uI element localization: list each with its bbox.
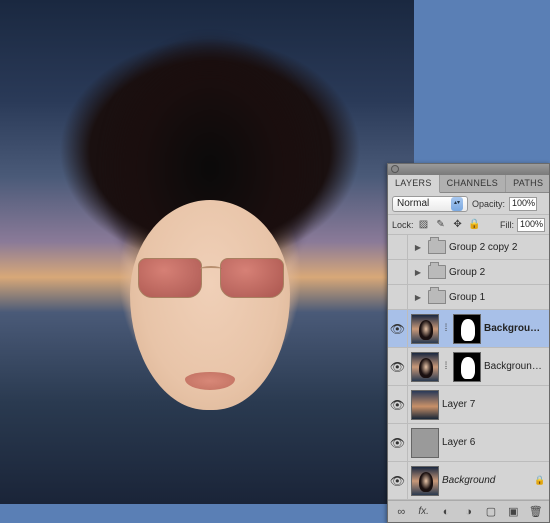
chevron-right-icon[interactable]: ▶ [411,293,425,302]
close-icon[interactable] [391,165,399,173]
visibility-toggle[interactable]: 👁 [388,310,408,347]
folder-icon [428,240,446,254]
layer-row[interactable]: 👁 Layer 7 [388,386,549,424]
chevron-right-icon[interactable]: ▶ [411,268,425,277]
link-icon: ⁞ [442,323,450,334]
tab-channels[interactable]: CHANNELS [440,175,506,192]
lock-label: Lock: [392,220,414,230]
mask-thumbnail[interactable] [453,314,481,344]
fx-icon[interactable]: fx. [416,506,430,517]
layer-name[interactable]: Group 1 [449,292,546,303]
layer-name[interactable]: Layer 6 [442,437,546,448]
panel-footer: ∞ fx. ◐ ◑ ▢ ▣ 🗑 [388,500,549,522]
layer-thumbnail[interactable] [411,390,439,420]
photo-sunglasses [138,258,284,302]
document-canvas[interactable] [0,0,414,504]
visibility-toggle[interactable]: 👁 [388,260,408,284]
layer-row[interactable]: 👁 Layer 6 [388,424,549,462]
add-mask-icon[interactable]: ◐ [439,506,453,518]
blend-mode-value: Normal [397,198,429,209]
layers-panel: LAYERS CHANNELS PATHS Normal ▴▾ Opacity:… [387,163,550,523]
new-group-icon[interactable]: ▢ [484,505,498,518]
layer-row-group[interactable]: 👁 ▶ Group 2 [388,260,549,285]
layer-name[interactable]: Layer 7 [442,399,546,410]
layer-thumbnail[interactable] [411,314,439,344]
fill-input[interactable]: 100% [517,218,545,232]
layer-name[interactable]: Background [442,475,531,486]
link-layers-icon[interactable]: ∞ [394,506,408,518]
layer-name[interactable]: Group 2 [449,267,546,278]
lock-row: Lock: ▨ ✎ ✥ 🔒 Fill: 100% [388,215,549,235]
layer-row-group[interactable]: 👁 ▶ Group 1 [388,285,549,310]
layer-name[interactable]: Background cop… [484,323,546,334]
blend-row: Normal ▴▾ Opacity: 100% [388,193,549,215]
layer-row-background[interactable]: 👁 Background 🔒 [388,462,549,500]
lock-position-icon[interactable]: ✥ [451,218,465,232]
layer-name[interactable]: Group 2 copy 2 [449,242,546,253]
panel-tabs: LAYERS CHANNELS PATHS [388,175,549,193]
opacity-label: Opacity: [472,199,505,209]
chevron-updown-icon: ▴▾ [451,197,463,211]
layer-thumbnail[interactable] [411,466,439,496]
visibility-toggle[interactable]: 👁 [388,462,408,499]
lock-pixels-icon[interactable]: ✎ [434,218,448,232]
panel-titlebar[interactable] [388,164,549,175]
visibility-toggle[interactable]: 👁 [388,235,408,259]
visibility-toggle[interactable]: 👁 [388,285,408,309]
adjustment-icon[interactable]: ◑ [461,506,475,518]
visibility-toggle[interactable]: 👁 [388,386,408,423]
lock-all-icon[interactable]: 🔒 [468,218,482,232]
layer-thumbnail[interactable] [411,352,439,382]
layer-name[interactable]: Background copy [484,361,546,372]
layer-row[interactable]: 👁 ⁞ Background copy [388,348,549,386]
lock-transparent-icon[interactable]: ▨ [417,218,431,232]
trash-icon[interactable]: 🗑 [529,505,543,518]
layer-row-selected[interactable]: 👁 ⁞ Background cop… [388,310,549,348]
tab-layers[interactable]: LAYERS [388,175,440,193]
folder-icon [428,290,446,304]
layer-thumbnail[interactable] [411,428,439,458]
tab-paths[interactable]: PATHS [506,175,550,192]
folder-icon [428,265,446,279]
fill-label: Fill: [500,220,514,230]
new-layer-icon[interactable]: ▣ [506,505,520,518]
layer-row-group[interactable]: 👁 ▶ Group 2 copy 2 [388,235,549,260]
visibility-toggle[interactable]: 👁 [388,424,408,461]
link-icon: ⁞ [442,361,450,372]
lock-icon: 🔒 [534,475,546,486]
visibility-toggle[interactable]: 👁 [388,348,408,385]
layers-list: 👁 ▶ Group 2 copy 2 👁 ▶ Group 2 👁 ▶ Group… [388,235,549,500]
mask-thumbnail[interactable] [453,352,481,382]
chevron-right-icon[interactable]: ▶ [411,243,425,252]
blend-mode-select[interactable]: Normal ▴▾ [392,196,468,212]
opacity-input[interactable]: 100% [509,197,537,211]
